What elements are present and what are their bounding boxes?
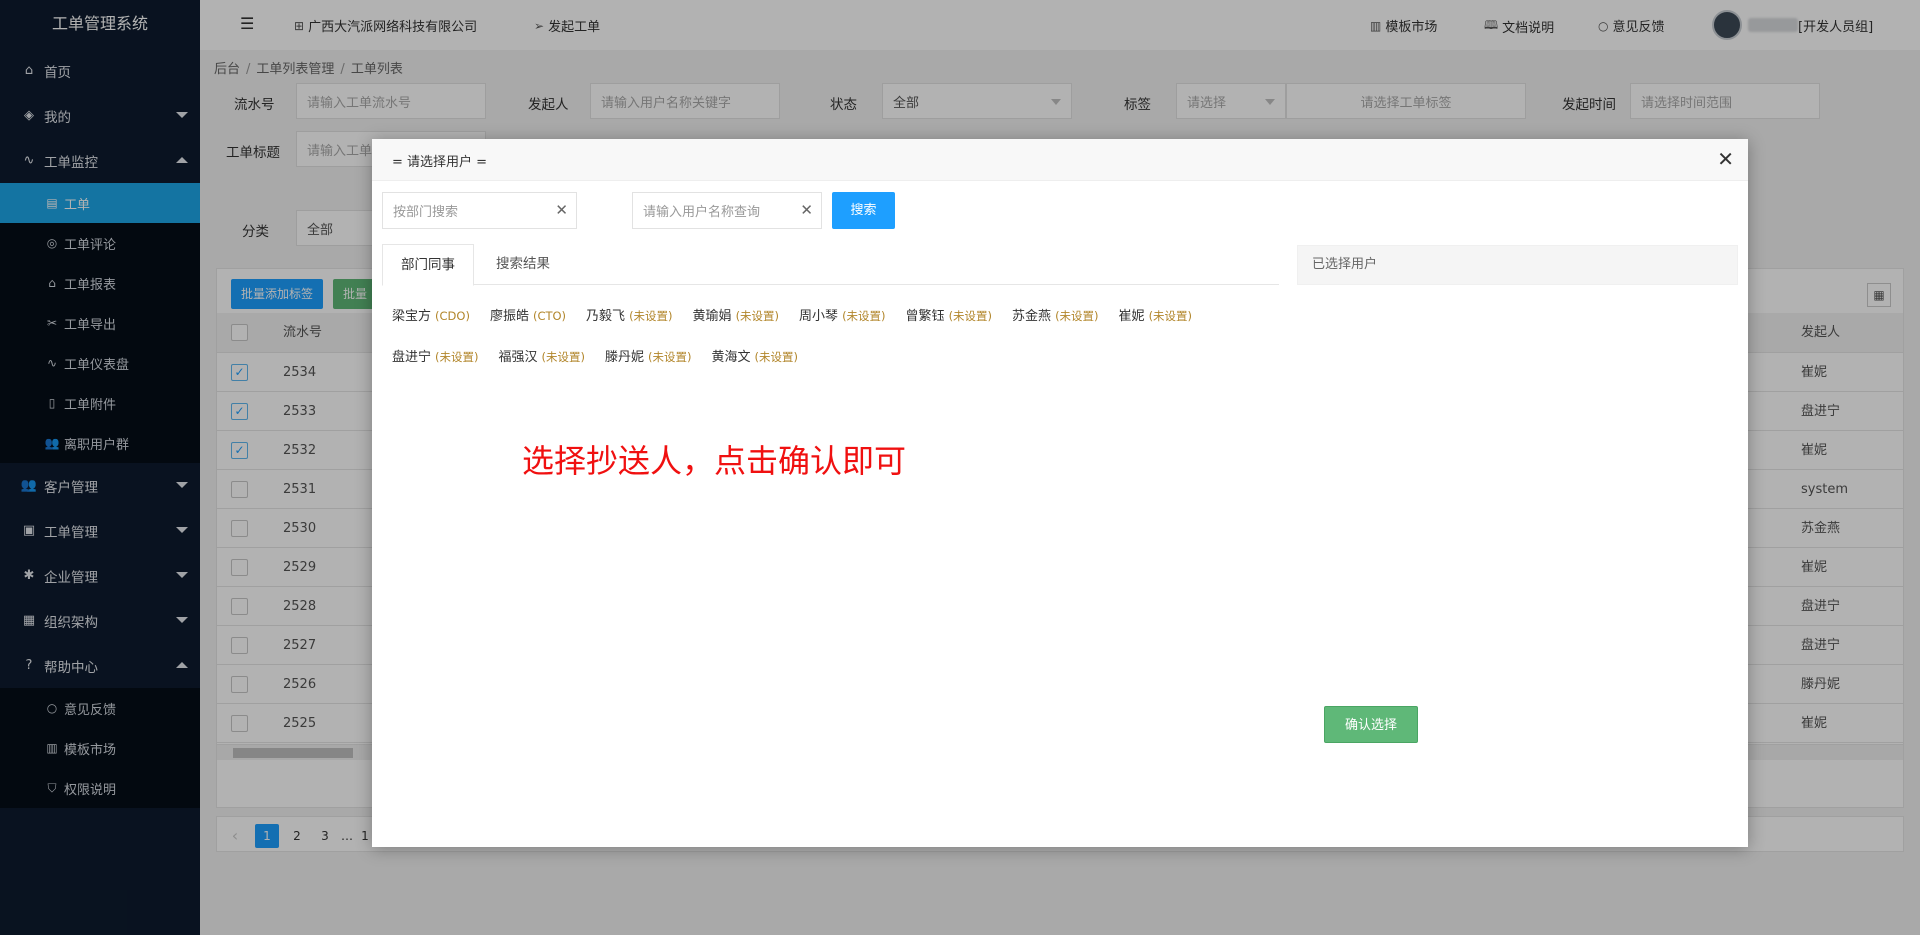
user-role: (未设置) [541, 350, 585, 364]
user-role: (CDO) [435, 309, 470, 323]
user-option[interactable]: 苏金燕 (未设置) [1012, 308, 1099, 349]
modal-title: = 请选择用户 = [392, 155, 488, 170]
user-option[interactable]: 滕丹妮 (未设置) [605, 349, 692, 390]
user-option[interactable]: 乃毅飞 (未设置) [586, 308, 673, 349]
user-name: 福强汉 [498, 350, 538, 365]
user-name: 盘进宁 [392, 350, 432, 365]
user-role: (未设置) [754, 350, 798, 364]
select-user-modal: = 请选择用户 = ✕ 按部门搜索 ✕ 请输入用户名称查询 ✕ 搜索 部门同事 搜索… [372, 139, 1748, 847]
modal-header: = 请选择用户 = ✕ [372, 139, 1748, 181]
tab-search-results[interactable]: 搜索结果 [478, 244, 568, 285]
tab-colleagues[interactable]: 部门同事 [382, 244, 474, 286]
modal-tabs: 部门同事 搜索结果 [382, 244, 1279, 286]
user-option[interactable]: 廖振皓 (CTO) [490, 308, 566, 349]
user-option[interactable]: 周小琴 (未设置) [799, 308, 886, 349]
search-button[interactable]: 搜索 [832, 192, 895, 229]
user-role: (未设置) [1055, 309, 1099, 323]
user-option[interactable]: 梁宝方 (CDO) [392, 308, 470, 349]
user-name: 周小琴 [799, 309, 839, 324]
user-role: (未设置) [629, 309, 673, 323]
close-icon[interactable]: ✕ [1717, 147, 1734, 171]
user-option[interactable]: 崔妮 (未设置) [1119, 308, 1193, 349]
user-option[interactable]: 盘进宁 (未设置) [392, 349, 479, 390]
user-option[interactable]: 黄瑜娟 (未设置) [693, 308, 780, 349]
user-option[interactable]: 福强汉 (未设置) [499, 349, 586, 390]
user-list: 梁宝方 (CDO) 廖振皓 (CTO) 乃毅飞 (未设置) 黄瑜娟 (未设置) 周小琴 (未设置)… [392, 308, 1272, 390]
user-name: 黄瑜娟 [692, 309, 732, 324]
user-role: (未设置) [735, 309, 780, 323]
user-role: (未设置) [1148, 309, 1193, 323]
user-name: 曾繁钰 [905, 309, 945, 324]
user-role: (未设置) [842, 309, 886, 323]
selected-users-panel: 已选择用户 [1297, 245, 1738, 285]
user-role: (未设置) [435, 350, 479, 364]
user-name: 乃毅飞 [586, 309, 626, 324]
user-option[interactable]: 曾繁钰 (未设置) [906, 308, 993, 349]
user-name: 苏金燕 [1012, 309, 1052, 324]
user-name: 滕丹妮 [605, 350, 645, 365]
user-option[interactable]: 黄海文 (未设置) [712, 349, 799, 390]
confirm-button[interactable]: 确认选择 [1324, 706, 1418, 743]
user-role: (CTO) [532, 309, 567, 323]
user-name: 黄海文 [711, 350, 751, 365]
user-name: 崔妮 [1118, 309, 1145, 324]
name-search-input[interactable]: 请输入用户名称查询 ✕ [632, 192, 822, 229]
user-role: (未设置) [948, 309, 993, 323]
user-name: 梁宝方 [392, 309, 432, 324]
clear-icon[interactable]: ✕ [555, 201, 568, 219]
annotation-text: 选择抄送人，点击确认即可 [522, 442, 907, 480]
user-role: (未设置) [648, 350, 692, 364]
dept-search-input[interactable]: 按部门搜索 ✕ [382, 192, 577, 229]
user-name: 廖振皓 [489, 309, 529, 324]
clear-icon[interactable]: ✕ [800, 201, 813, 219]
